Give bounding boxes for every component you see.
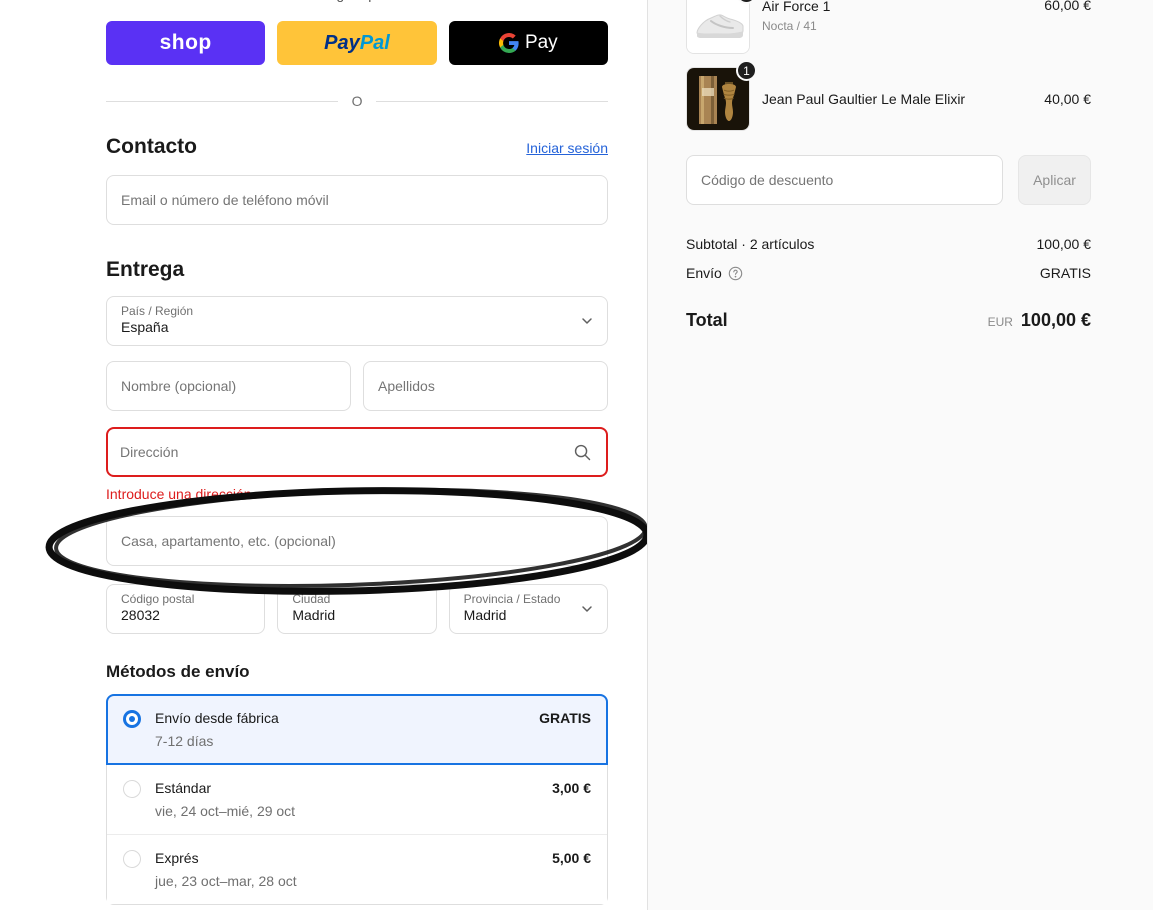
address-error: Introduce una dirección bbox=[106, 486, 252, 502]
shipping-option-express[interactable]: Exprés jue, 23 oct–mar, 28 oct 5,00 € bbox=[107, 834, 607, 904]
subtotal-label: Subtotal · 2 artículos bbox=[686, 236, 815, 252]
radio-unselected-icon[interactable] bbox=[123, 780, 141, 798]
google-pay-button[interactable]: Pay bbox=[448, 21, 608, 65]
product-price: 60,00 € bbox=[1044, 0, 1091, 13]
shipping-methods-group: Envío desde fábrica 7-12 días GRATIS Est… bbox=[106, 694, 608, 905]
shipping-cost-label: Envío bbox=[686, 265, 722, 281]
shop-pay-button[interactable]: shop bbox=[106, 21, 266, 65]
postal-code-input[interactable] bbox=[121, 606, 251, 624]
checkout-form-column: Pago rápido shop PayPal bbox=[0, 0, 651, 910]
paypal-button[interactable]: PayPal bbox=[277, 21, 437, 65]
subtotal-row: Subtotal · 2 artículos 100,00 € bbox=[686, 236, 1091, 252]
divider-line bbox=[106, 100, 338, 102]
shipping-option-factory[interactable]: Envío desde fábrica 7-12 días GRATIS bbox=[106, 694, 608, 765]
currency-code: EUR bbox=[987, 315, 1013, 329]
province-select[interactable]: Provincia / Estado Madrid bbox=[448, 584, 608, 634]
order-summary-panel: 1 Air Force 1 Nocta / 41 60,00 € bbox=[647, 0, 1153, 910]
radio-unselected-icon[interactable] bbox=[123, 850, 141, 868]
checkout-page: Pago rápido shop PayPal bbox=[0, 0, 1153, 910]
search-icon bbox=[573, 443, 592, 462]
subtotal-value: 100,00 € bbox=[1036, 236, 1092, 252]
country-label: País / Región bbox=[121, 304, 194, 318]
city-input[interactable] bbox=[292, 606, 422, 624]
shipping-option-price: 5,00 € bbox=[552, 850, 591, 866]
apply-discount-button[interactable]: Aplicar bbox=[1018, 155, 1091, 205]
shipping-option-name: Envío desde fábrica bbox=[155, 710, 279, 726]
or-divider: O bbox=[106, 93, 609, 109]
discount-code-input[interactable] bbox=[686, 155, 1003, 205]
help-question-icon[interactable] bbox=[728, 266, 743, 281]
total-row: Total EUR 100,00 € bbox=[686, 310, 1091, 331]
shipping-option-price: 3,00 € bbox=[552, 780, 591, 796]
product-variant: Nocta / 41 bbox=[762, 19, 817, 33]
postal-code-field: Código postal bbox=[106, 584, 266, 634]
address-field-error-state bbox=[106, 427, 608, 477]
radio-selected-icon[interactable] bbox=[123, 710, 141, 728]
address2-input[interactable] bbox=[106, 516, 608, 566]
email-input[interactable] bbox=[106, 175, 608, 225]
gpay-label: Pay bbox=[524, 32, 558, 53]
shipping-option-detail: jue, 23 oct–mar, 28 oct bbox=[155, 873, 297, 889]
city-label: Ciudad bbox=[292, 592, 331, 606]
shipping-option-name: Exprés bbox=[155, 850, 199, 866]
chevron-down-icon bbox=[580, 314, 594, 328]
total-value: 100,00 € bbox=[1020, 310, 1091, 330]
quantity-badge: 1 bbox=[736, 60, 757, 81]
google-g-icon bbox=[498, 33, 519, 53]
first-name-input[interactable] bbox=[106, 361, 351, 411]
address-input[interactable] bbox=[108, 429, 573, 475]
shipping-option-standard[interactable]: Estándar vie, 24 oct–mié, 29 oct 3,00 € bbox=[107, 765, 607, 834]
last-name-input[interactable] bbox=[363, 361, 608, 411]
delivery-title: Entrega bbox=[106, 258, 185, 281]
divider-line bbox=[376, 100, 609, 102]
login-link[interactable]: Iniciar sesión bbox=[526, 140, 608, 156]
country-select[interactable]: País / Región España bbox=[106, 296, 608, 346]
cart-item-perfume: 1 Jean Paul Gaultier Le Male Elixir 40,0… bbox=[686, 60, 1091, 131]
product-title: Jean Paul Gaultier Le Male Elixir bbox=[762, 90, 966, 107]
paypal-logo: PayPal bbox=[324, 31, 390, 54]
shipping-cost-value: GRATIS bbox=[1039, 265, 1091, 281]
city-field: Ciudad bbox=[277, 584, 437, 634]
express-checkout-buttons: shop PayPal Pay bbox=[106, 21, 608, 65]
country-value: España bbox=[121, 319, 169, 335]
total-label: Total bbox=[686, 310, 728, 330]
cart-item-air-force-1: 1 Air Force 1 Nocta / 41 60,00 € bbox=[686, 0, 1091, 54]
express-checkout-heading: Pago rápido bbox=[106, 0, 608, 2]
product-title: Air Force 1 bbox=[762, 0, 831, 14]
shipping-option-price: GRATIS bbox=[539, 710, 591, 726]
product-price: 40,00 € bbox=[1044, 91, 1091, 107]
province-value: Madrid bbox=[463, 607, 507, 623]
chevron-down-icon bbox=[580, 602, 594, 616]
shipping-option-detail: 7-12 días bbox=[155, 733, 214, 749]
shop-pay-logo: shop bbox=[159, 31, 212, 54]
shipping-option-name: Estándar bbox=[155, 780, 212, 796]
postal-code-label: Código postal bbox=[121, 592, 195, 606]
contact-title: Contacto bbox=[106, 135, 197, 158]
divider-label: O bbox=[351, 93, 363, 109]
shipping-methods-title: Métodos de envío bbox=[106, 662, 250, 681]
product-image-sneaker bbox=[686, 0, 750, 54]
discount-section: Aplicar bbox=[686, 155, 1091, 205]
province-label: Provincia / Estado bbox=[463, 592, 561, 606]
shipping-cost-row: Envío GRATIS bbox=[686, 265, 1091, 281]
shipping-option-detail: vie, 24 oct–mié, 29 oct bbox=[155, 803, 296, 819]
